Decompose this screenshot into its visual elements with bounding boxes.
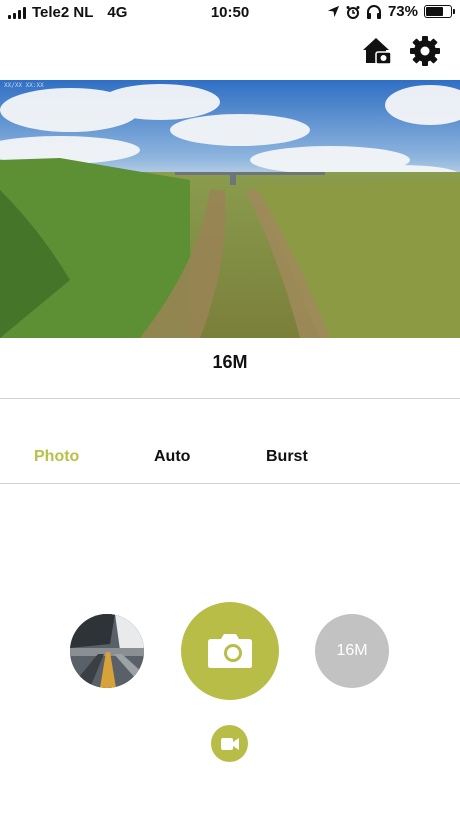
status-right: 73% (327, 3, 455, 20)
resolution-label: 16M (212, 352, 248, 372)
camera-home-button[interactable] (360, 34, 394, 68)
tab-auto[interactable]: Auto (154, 448, 190, 466)
gear-icon (410, 36, 440, 66)
top-toolbar (360, 34, 442, 68)
shutter-button[interactable] (181, 602, 279, 700)
video-mode-button[interactable] (211, 725, 248, 762)
battery-icon (424, 5, 455, 18)
preview-overlay-text: XX/XX XX:XX (4, 82, 44, 89)
battery-percent: 73% (387, 3, 418, 20)
resolution-button[interactable]: 16M (315, 614, 389, 688)
status-bar: Tele2 NL 4G 10:50 73% (0, 0, 460, 26)
tab-photo[interactable]: Photo (34, 448, 79, 466)
live-preview[interactable]: XX/XX XX:XX (0, 80, 460, 338)
last-photo-thumbnail[interactable] (70, 614, 144, 688)
divider-top (0, 398, 460, 399)
camera-icon (208, 634, 252, 668)
camera-home-icon (363, 38, 392, 65)
preview-scene (0, 80, 460, 338)
alarm-clock-icon (346, 5, 360, 19)
tab-burst[interactable]: Burst (266, 448, 308, 466)
divider-bottom (0, 483, 460, 484)
video-camera-icon (220, 737, 239, 750)
location-arrow-icon (327, 5, 340, 18)
headphones-icon (366, 4, 381, 19)
settings-button[interactable] (408, 34, 442, 68)
thumbnail-image (70, 614, 144, 688)
